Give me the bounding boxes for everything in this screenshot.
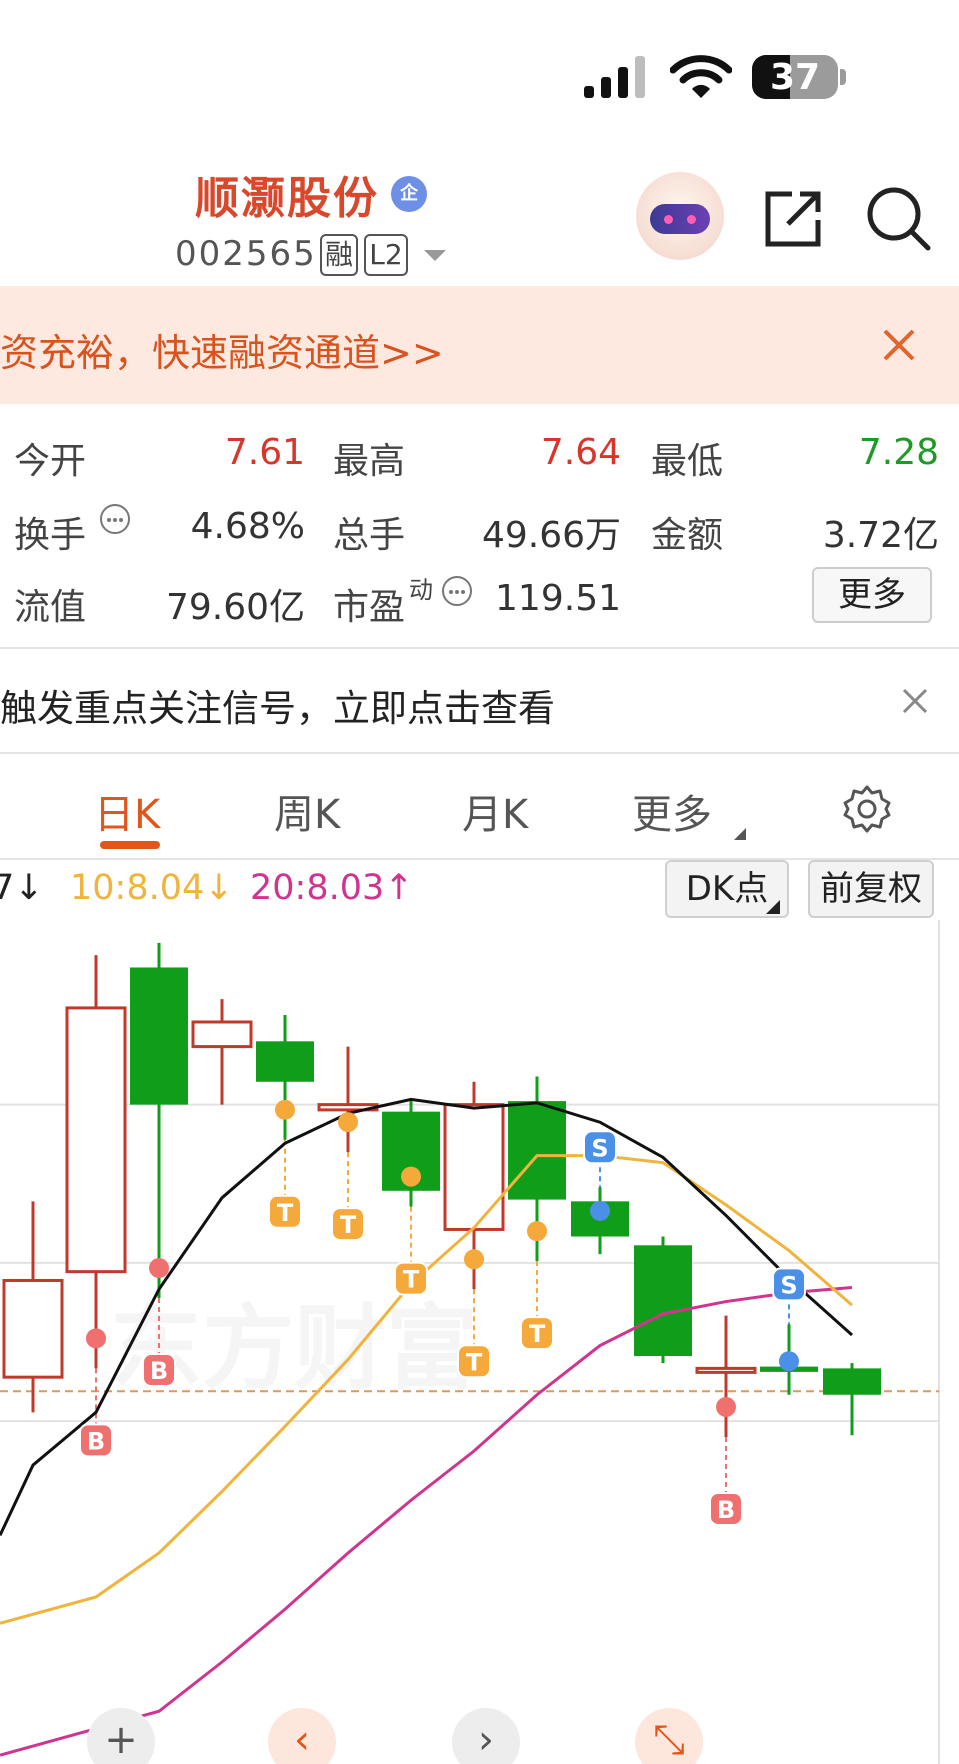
volume-label: 总手 <box>333 515 406 556</box>
signal-dot <box>464 1249 484 1270</box>
dk-point-label: DK点 <box>685 869 769 909</box>
signal-badge-label: T <box>466 1348 483 1376</box>
signal-badge-label: B <box>717 1496 735 1524</box>
chevron-down-icon <box>734 816 746 840</box>
stock-name[interactable]: 顺灏股份 <box>195 162 379 226</box>
battery-cap <box>840 69 846 85</box>
signal-dot <box>527 1221 547 1242</box>
ma5-value: 7↓ <box>0 868 44 908</box>
low-label: 最低 <box>651 441 724 482</box>
candle-body <box>508 1101 566 1200</box>
enterprise-badge: 企 <box>391 176 427 212</box>
margin-tag: 融 <box>320 234 358 276</box>
pe-sup: 动 <box>409 576 433 604</box>
info-icon[interactable] <box>100 504 130 534</box>
signal-badge-label: T <box>403 1266 420 1294</box>
chevron-down-icon[interactable] <box>424 250 446 261</box>
signal-dot <box>716 1396 736 1417</box>
candle-body <box>256 1041 314 1082</box>
open-label: 今开 <box>14 441 87 482</box>
candle-body <box>695 1366 757 1374</box>
close-icon[interactable] <box>882 328 916 362</box>
divider <box>0 647 959 649</box>
assistant-robot-icon[interactable] <box>636 172 724 260</box>
battery-icon: 37 <box>752 55 838 99</box>
candle-body <box>2 1278 64 1379</box>
float-cap-label: 流值 <box>14 587 87 628</box>
signal-dot <box>338 1112 358 1133</box>
chevron-down-icon <box>766 900 780 914</box>
amount-label: 金额 <box>651 515 724 556</box>
battery-level: 37 <box>769 57 821 98</box>
signal-badge-label: B <box>87 1427 105 1455</box>
turnover-value: 4.68% <box>190 506 305 547</box>
high-value: 7.64 <box>540 432 621 473</box>
signal-badge-label: T <box>277 1199 294 1227</box>
volume-value: 49.66万 <box>481 515 621 556</box>
candle-body <box>130 967 188 1105</box>
pe-value: 119.51 <box>495 578 621 619</box>
signal-dot <box>779 1351 799 1372</box>
divider <box>0 752 959 754</box>
open-value: 7.61 <box>224 432 305 473</box>
signal-badge-label: S <box>591 1134 608 1162</box>
active-tab-indicator <box>100 841 160 849</box>
level2-tag: L2 <box>364 234 408 276</box>
tab-daily-k[interactable]: 日K <box>94 782 160 840</box>
tab-more[interactable]: 更多 <box>632 782 712 840</box>
high-label: 最高 <box>333 441 406 482</box>
float-cap-value: 79.60亿 <box>165 587 305 628</box>
signal-badge-label: B <box>150 1357 168 1385</box>
status-bar: 37 <box>0 0 959 150</box>
stock-code: 002565 <box>175 234 317 274</box>
tab-monthly-k[interactable]: 月K <box>462 782 528 840</box>
wifi-icon <box>670 55 732 98</box>
info-icon[interactable] <box>442 576 472 606</box>
signal-text[interactable]: 触发重点关注信号，立即点击查看 <box>0 678 555 732</box>
signal-dot <box>590 1200 610 1221</box>
signal-dot <box>86 1328 106 1349</box>
signal-badge-label: T <box>340 1211 357 1239</box>
pe-label: 市盈 <box>333 587 406 628</box>
search-icon[interactable] <box>866 186 932 252</box>
signal-dot <box>149 1258 169 1279</box>
adjust-button[interactable]: 前复权 <box>808 860 934 918</box>
candle-body <box>443 1103 505 1231</box>
signal-dot <box>275 1099 295 1120</box>
low-value: 7.28 <box>858 432 939 473</box>
more-button[interactable]: 更多 <box>812 567 932 623</box>
candle-body <box>634 1245 692 1357</box>
turnover-label: 换手 <box>14 515 87 556</box>
close-icon[interactable] <box>902 688 928 714</box>
candle-body <box>65 1006 127 1274</box>
signal-badge-label: T <box>529 1320 546 1348</box>
financing-banner[interactable]: 资充裕，快速融资通道>> <box>0 286 959 404</box>
ma20-value: 20:8.03↑ <box>250 868 414 908</box>
amount-value: 3.72亿 <box>822 515 939 556</box>
ma10-value: 10:8.04↓ <box>70 868 234 908</box>
signal-badge-label: S <box>780 1271 797 1299</box>
signal-icon <box>584 56 645 98</box>
candle-body <box>823 1368 881 1395</box>
share-icon[interactable] <box>762 186 826 250</box>
signal-dot <box>401 1166 421 1187</box>
gear-icon[interactable] <box>842 784 892 834</box>
candle-body <box>191 1020 253 1049</box>
banner-text[interactable]: 资充裕，快速融资通道>> <box>0 322 444 377</box>
candlestick-chart[interactable]: 东方财富 BBT TTTTSBS <box>0 920 959 1764</box>
tab-weekly-k[interactable]: 周K <box>274 782 340 840</box>
